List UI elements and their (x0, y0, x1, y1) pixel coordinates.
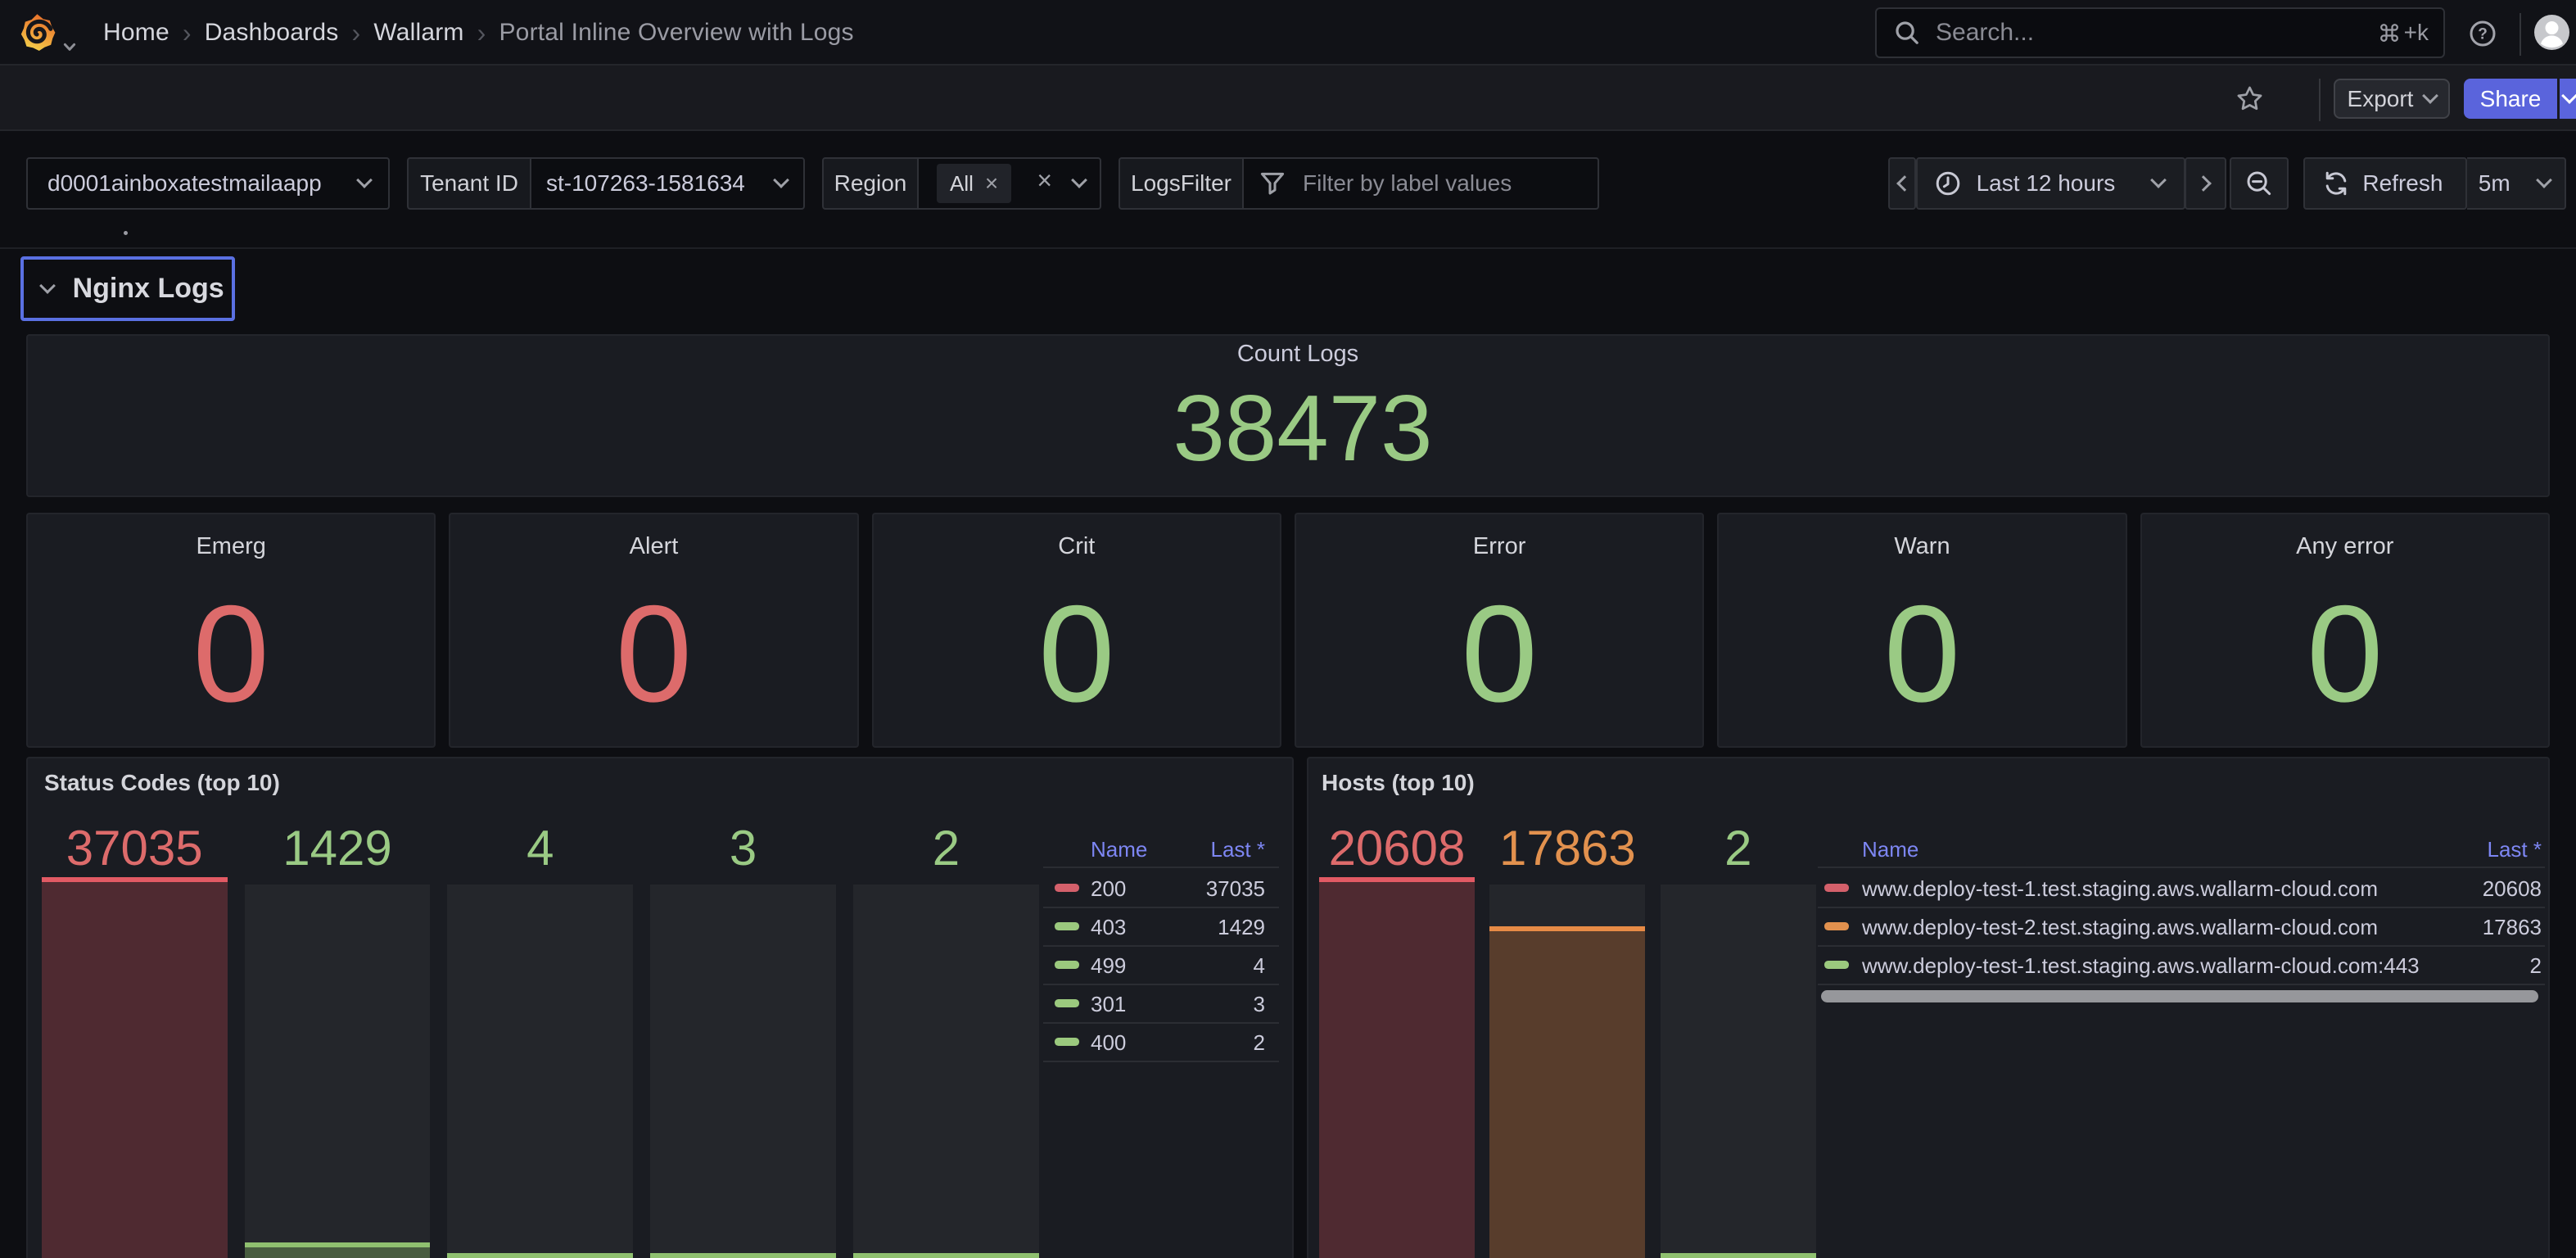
svg-text:?: ? (2478, 26, 2488, 43)
